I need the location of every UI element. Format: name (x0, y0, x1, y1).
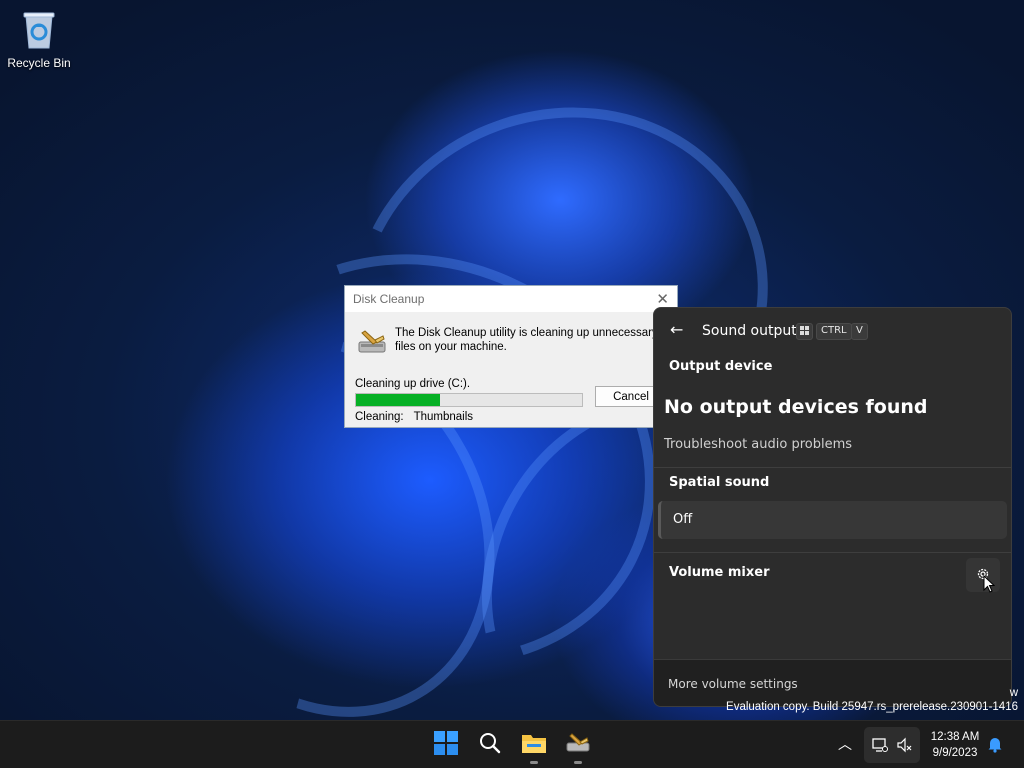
notification-bell-icon[interactable] (986, 735, 1004, 757)
file-explorer-button[interactable] (514, 725, 554, 765)
cleanup-message: The Disk Cleanup utility is cleaning up … (395, 327, 658, 353)
no-devices-message: No output devices found (664, 396, 928, 418)
disk-cleanup-icon (565, 732, 591, 758)
disk-cleanup-taskbar-button[interactable] (558, 725, 598, 765)
running-indicator (530, 761, 538, 764)
volume-mixer-label: Volume mixer (669, 565, 770, 580)
shortcut-key-ctrl: CTRL (816, 323, 852, 340)
taskbar: ︿ 12:38 AM 9/9/2023 (0, 720, 1024, 768)
volume-muted-icon (896, 737, 912, 757)
cleanup-status: Cleaning up drive (C:). (355, 378, 471, 390)
sound-output-flyout: ← Sound output CTRL V Output device No o… (653, 307, 1012, 707)
divider (654, 467, 1011, 468)
clock-date: 9/9/2023 (932, 747, 978, 759)
search-icon (479, 732, 501, 758)
quick-settings-button[interactable] (864, 727, 920, 763)
close-icon[interactable]: ✕ (656, 290, 669, 308)
spatial-sound-dropdown[interactable]: Off (658, 501, 1007, 539)
cleaning-line: Cleaning: Thumbnails (355, 411, 473, 423)
flyout-title: Sound output (702, 323, 797, 339)
file-explorer-icon (521, 732, 547, 758)
system-clock[interactable]: 12:38 AM 9/9/2023 (925, 729, 985, 761)
troubleshoot-link[interactable]: Troubleshoot audio problems (664, 437, 852, 452)
search-button[interactable] (470, 725, 510, 765)
recycle-bin-icon (22, 10, 56, 50)
watermark-line-2: Evaluation copy. Build 25947.rs_prerelea… (726, 701, 1018, 713)
watermark-line-1: w (1009, 687, 1018, 699)
disk-cleanup-icon (357, 328, 387, 361)
network-icon (872, 737, 888, 757)
divider (654, 552, 1011, 553)
disk-cleanup-window: Disk Cleanup ✕ The Disk Cleanup utility … (344, 285, 678, 428)
back-arrow-icon[interactable]: ← (670, 320, 683, 339)
clock-time: 12:38 AM (930, 731, 980, 743)
spatial-sound-label: Spatial sound (669, 475, 770, 490)
shortcut-key-v: V (851, 323, 868, 340)
progress-fill (356, 394, 440, 406)
recycle-bin-desktop-icon[interactable]: Recycle Bin (4, 8, 74, 76)
flyout-header: ← Sound output CTRL V (654, 320, 1011, 344)
show-hidden-icons-chevron-up-icon[interactable]: ︿ (838, 734, 852, 754)
start-button[interactable] (426, 725, 466, 765)
recycle-bin-label: Recycle Bin (7, 56, 71, 70)
cleanup-progress-bar (355, 393, 583, 407)
spatial-sound-value: Off (673, 512, 693, 527)
window-title: Disk Cleanup (353, 292, 425, 306)
cleaning-label: Cleaning: (355, 411, 404, 423)
output-device-label: Output device (669, 359, 773, 374)
mouse-cursor-icon (983, 574, 996, 597)
start-icon (434, 731, 458, 759)
windows-key-icon (796, 323, 813, 340)
evaluation-watermark: w Evaluation copy. Build 25947.rs_prerel… (726, 686, 1018, 714)
running-indicator (574, 761, 582, 764)
cleaning-item: Thumbnails (413, 411, 474, 423)
disk-cleanup-titlebar[interactable]: Disk Cleanup ✕ (345, 286, 677, 312)
